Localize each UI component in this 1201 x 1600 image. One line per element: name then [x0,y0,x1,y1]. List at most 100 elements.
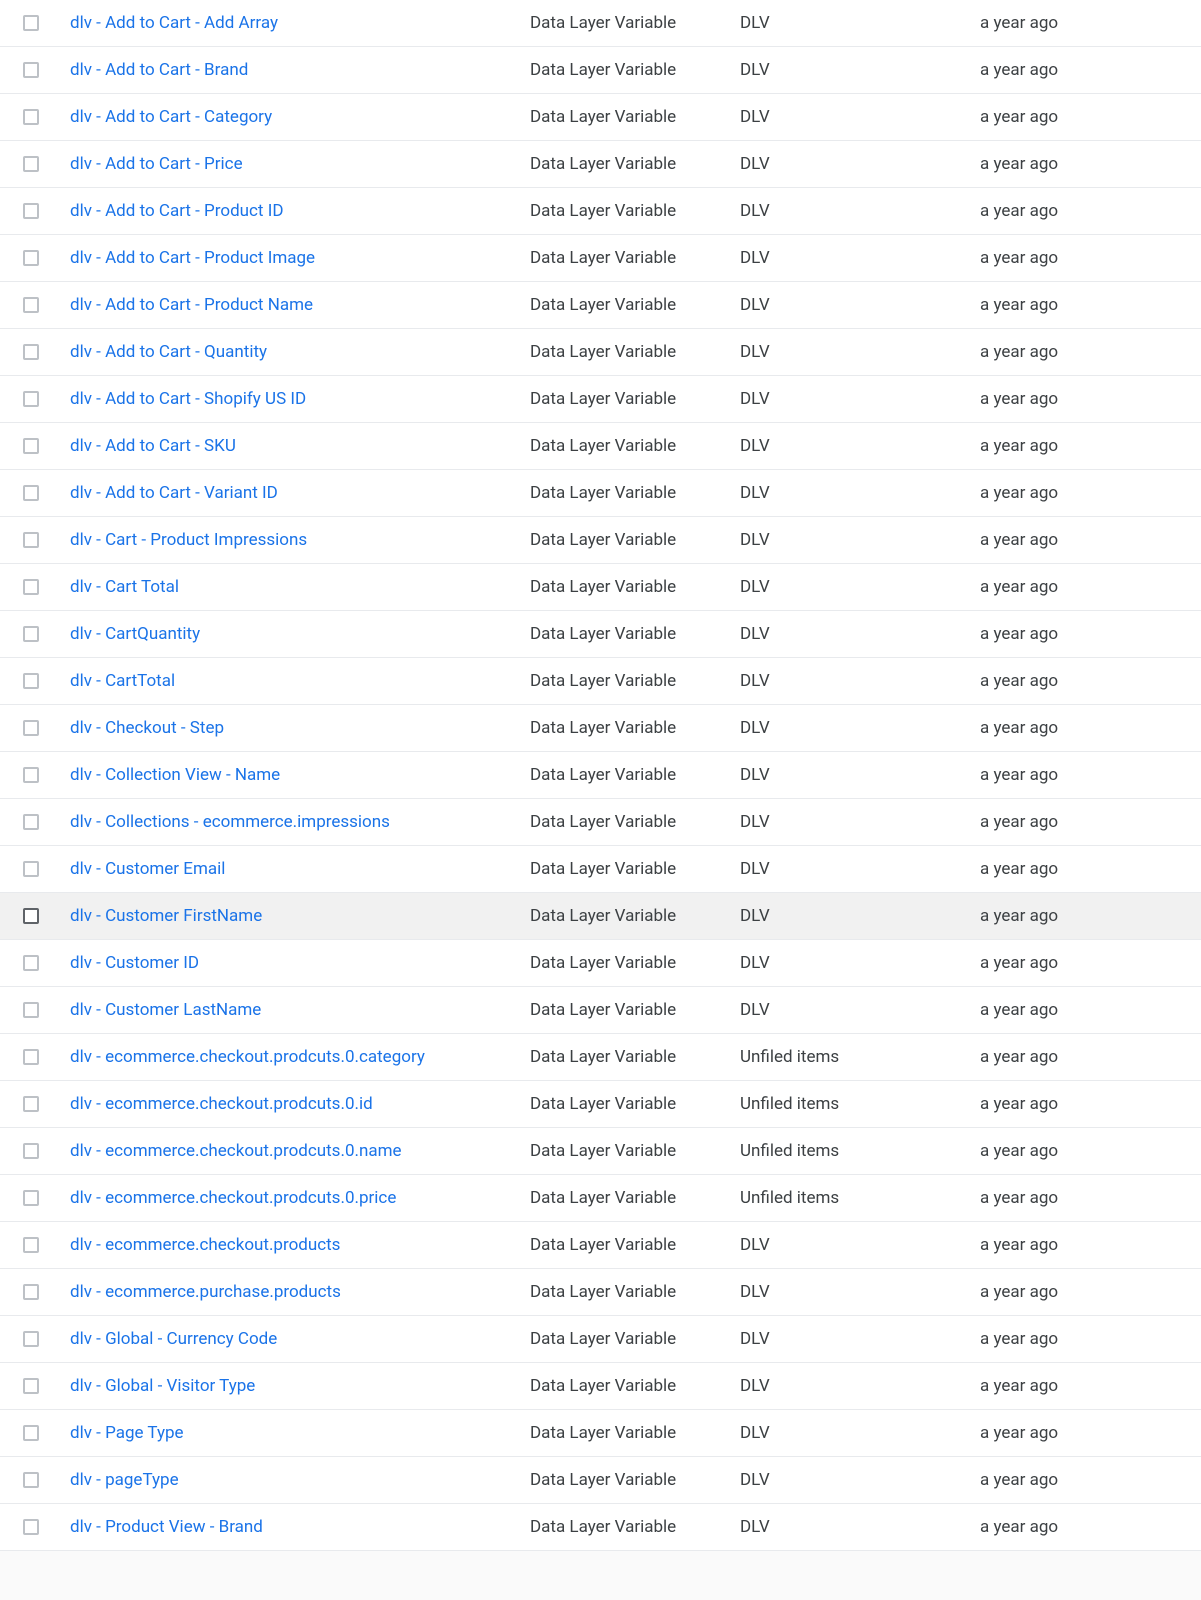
table-row[interactable]: dlv - Page TypeData Layer VariableDLVa y… [0,1410,1201,1457]
variable-link[interactable]: dlv - Add to Cart - Shopify US ID [70,389,306,409]
row-checkbox[interactable] [23,438,39,454]
table-row[interactable]: dlv - Add to Cart - QuantityData Layer V… [0,329,1201,376]
variable-link[interactable]: dlv - Collection View - Name [70,765,280,785]
variable-link[interactable]: dlv - Customer FirstName [70,906,262,926]
table-row[interactable]: dlv - ecommerce.checkout.prodcuts.0.cate… [0,1034,1201,1081]
table-row[interactable]: dlv - CartQuantityData Layer VariableDLV… [0,611,1201,658]
variable-link[interactable]: dlv - Add to Cart - Product ID [70,201,284,221]
table-row[interactable]: dlv - Add to Cart - Shopify US IDData La… [0,376,1201,423]
table-row[interactable]: dlv - ecommerce.checkout.prodcuts.0.pric… [0,1175,1201,1222]
variable-link[interactable]: dlv - Add to Cart - Variant ID [70,483,278,503]
row-checkbox[interactable] [23,1378,39,1394]
variable-link[interactable]: dlv - Global - Visitor Type [70,1376,255,1396]
row-checkbox[interactable] [23,1472,39,1488]
variable-link[interactable]: dlv - Customer LastName [70,1000,261,1020]
row-checkbox[interactable] [23,1143,39,1159]
table-row[interactable]: dlv - Add to Cart - Add ArrayData Layer … [0,0,1201,47]
variable-link[interactable]: dlv - ecommerce.checkout.prodcuts.0.pric… [70,1188,396,1208]
row-checkbox[interactable] [23,1331,39,1347]
table-row[interactable]: dlv - Add to Cart - PriceData Layer Vari… [0,141,1201,188]
row-checkbox[interactable] [23,579,39,595]
variable-link[interactable]: dlv - ecommerce.checkout.prodcuts.0.cate… [70,1047,425,1067]
variable-link[interactable]: dlv - Add to Cart - SKU [70,436,236,456]
table-row[interactable]: dlv - Collection View - NameData Layer V… [0,752,1201,799]
variable-link[interactable]: dlv - Cart - Product Impressions [70,530,307,550]
row-checkbox[interactable] [23,344,39,360]
row-checkbox[interactable] [23,1096,39,1112]
table-row[interactable]: dlv - Add to Cart - Product IDData Layer… [0,188,1201,235]
variable-link[interactable]: dlv - CartQuantity [70,624,200,644]
variable-link[interactable]: dlv - Cart Total [70,577,179,597]
row-checkbox[interactable] [23,203,39,219]
table-row[interactable]: dlv - ecommerce.checkout.prodcuts.0.idDa… [0,1081,1201,1128]
table-row[interactable]: dlv - Customer EmailData Layer VariableD… [0,846,1201,893]
variable-link[interactable]: dlv - ecommerce.checkout.prodcuts.0.name [70,1141,402,1161]
row-checkbox[interactable] [23,673,39,689]
row-checkbox[interactable] [23,908,39,924]
table-row[interactable]: dlv - Cart TotalData Layer VariableDLVa … [0,564,1201,611]
row-checkbox[interactable] [23,15,39,31]
variable-link[interactable]: dlv - ecommerce.purchase.products [70,1282,341,1302]
table-row[interactable]: dlv - Product View - BrandData Layer Var… [0,1504,1201,1551]
table-row[interactable]: dlv - Customer LastNameData Layer Variab… [0,987,1201,1034]
row-checkbox[interactable] [23,720,39,736]
row-checkbox[interactable] [23,1284,39,1300]
table-row[interactable]: dlv - Add to Cart - Variant IDData Layer… [0,470,1201,517]
table-row[interactable]: dlv - Add to Cart - Product NameData Lay… [0,282,1201,329]
variable-link[interactable]: dlv - Customer ID [70,953,199,973]
row-checkbox[interactable] [23,1237,39,1253]
table-row[interactable]: dlv - ecommerce.checkout.prodcuts.0.name… [0,1128,1201,1175]
checkbox-cell [0,532,62,548]
variable-link[interactable]: dlv - Add to Cart - Quantity [70,342,267,362]
table-row[interactable]: dlv - Cart - Product ImpressionsData Lay… [0,517,1201,564]
variable-link[interactable]: dlv - Customer Email [70,859,225,879]
variable-link[interactable]: dlv - CartTotal [70,671,175,691]
variable-link[interactable]: dlv - Add to Cart - Product Name [70,295,313,315]
row-checkbox[interactable] [23,62,39,78]
row-checkbox[interactable] [23,861,39,877]
table-row[interactable]: dlv - Customer IDData Layer VariableDLVa… [0,940,1201,987]
row-checkbox[interactable] [23,109,39,125]
row-checkbox[interactable] [23,485,39,501]
table-row[interactable]: dlv - pageTypeData Layer VariableDLVa ye… [0,1457,1201,1504]
row-checkbox[interactable] [23,297,39,313]
row-checkbox[interactable] [23,1425,39,1441]
table-row[interactable]: dlv - Add to Cart - BrandData Layer Vari… [0,47,1201,94]
row-checkbox[interactable] [23,1519,39,1535]
variable-link[interactable]: dlv - Add to Cart - Category [70,107,272,127]
row-checkbox[interactable] [23,1049,39,1065]
variable-link[interactable]: dlv - Page Type [70,1423,184,1443]
variable-link[interactable]: dlv - Add to Cart - Product Image [70,248,315,268]
variable-link[interactable]: dlv - Collections - ecommerce.impression… [70,812,390,832]
variable-link[interactable]: dlv - Add to Cart - Price [70,154,243,174]
table-row[interactable]: dlv - ecommerce.checkout.productsData La… [0,1222,1201,1269]
variable-link[interactable]: dlv - Add to Cart - Add Array [70,13,278,33]
table-row[interactable]: dlv - Collections - ecommerce.impression… [0,799,1201,846]
variable-link[interactable]: dlv - Checkout - Step [70,718,224,738]
variable-link[interactable]: dlv - Global - Currency Code [70,1329,277,1349]
row-checkbox[interactable] [23,391,39,407]
variable-link[interactable]: dlv - pageType [70,1470,179,1490]
row-checkbox[interactable] [23,814,39,830]
row-checkbox[interactable] [23,1190,39,1206]
row-checkbox[interactable] [23,626,39,642]
table-row[interactable]: dlv - Customer FirstNameData Layer Varia… [0,893,1201,940]
row-checkbox[interactable] [23,156,39,172]
table-row[interactable]: dlv - Global - Visitor TypeData Layer Va… [0,1363,1201,1410]
table-row[interactable]: dlv - Add to Cart - SKUData Layer Variab… [0,423,1201,470]
table-row[interactable]: dlv - ecommerce.purchase.productsData La… [0,1269,1201,1316]
table-row[interactable]: dlv - CartTotalData Layer VariableDLVa y… [0,658,1201,705]
row-checkbox[interactable] [23,532,39,548]
row-checkbox[interactable] [23,767,39,783]
variable-link[interactable]: dlv - ecommerce.checkout.prodcuts.0.id [70,1094,373,1114]
row-checkbox[interactable] [23,955,39,971]
table-row[interactable]: dlv - Add to Cart - CategoryData Layer V… [0,94,1201,141]
variable-link[interactable]: dlv - Product View - Brand [70,1517,263,1537]
table-row[interactable]: dlv - Checkout - StepData Layer Variable… [0,705,1201,752]
variable-link[interactable]: dlv - ecommerce.checkout.products [70,1235,340,1255]
variable-link[interactable]: dlv - Add to Cart - Brand [70,60,248,80]
table-row[interactable]: dlv - Add to Cart - Product ImageData La… [0,235,1201,282]
row-checkbox[interactable] [23,1002,39,1018]
row-checkbox[interactable] [23,250,39,266]
table-row[interactable]: dlv - Global - Currency CodeData Layer V… [0,1316,1201,1363]
